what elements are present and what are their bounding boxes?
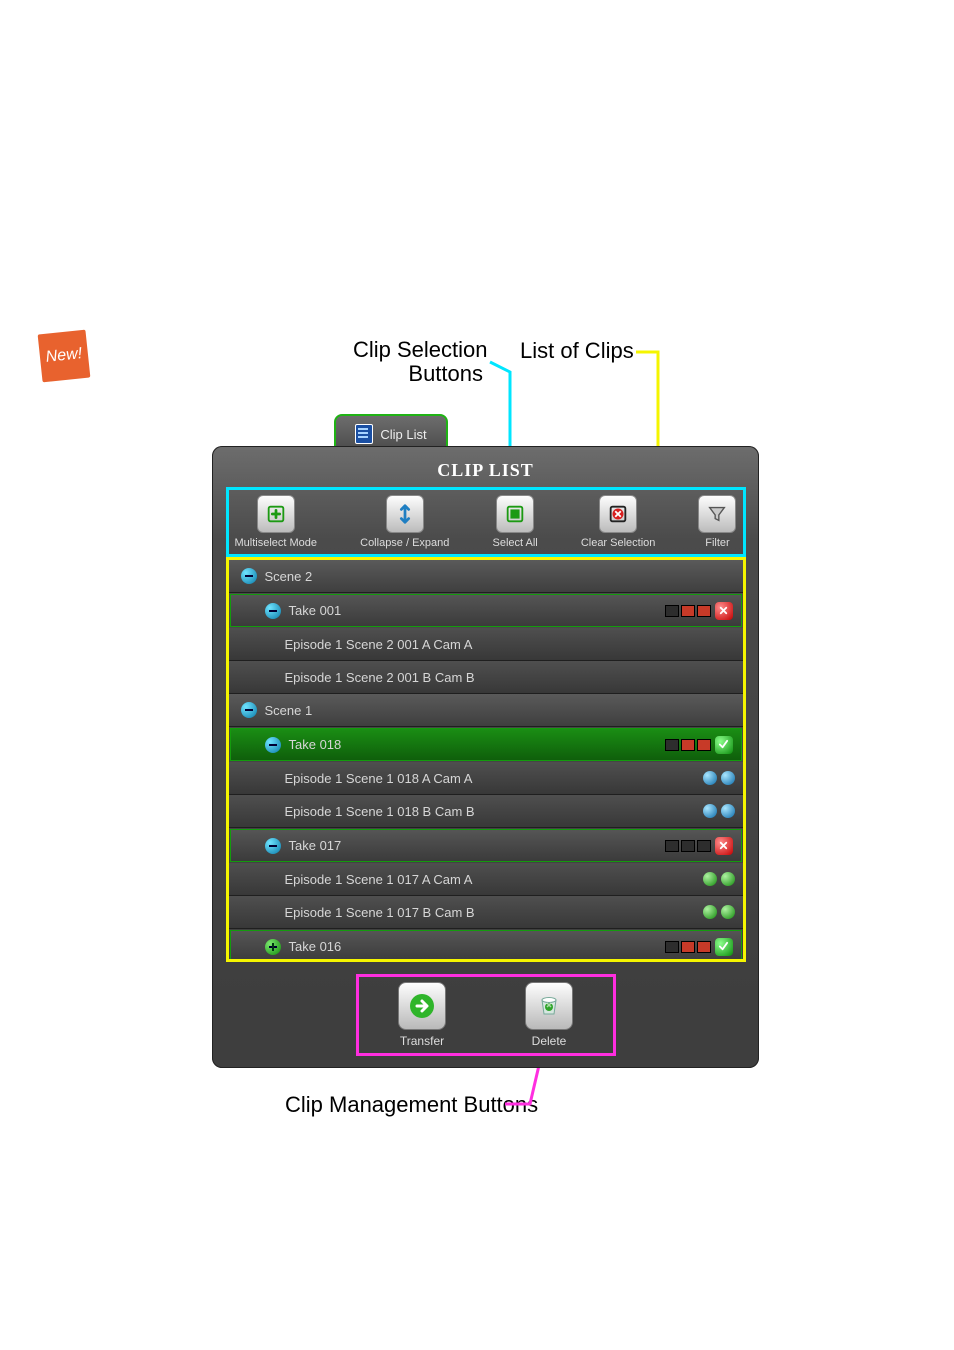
clip-row[interactable]: Episode 1 Scene 1 018 B Cam B	[229, 795, 743, 828]
row-label: Episode 1 Scene 1 018 B Cam B	[285, 804, 703, 819]
select-all-icon	[496, 495, 534, 533]
reject-badge	[715, 837, 733, 855]
scene-row[interactable]: Scene 2	[229, 560, 743, 593]
status-dot	[721, 771, 735, 785]
annotation-clip-selection: Clip Selection Buttons	[353, 338, 483, 386]
multiselect-icon	[257, 495, 295, 533]
clip-list-panel: CLIP LIST Multiselect Mode Collapse / Ex…	[212, 446, 759, 1068]
collapse-toggle[interactable]	[265, 838, 281, 854]
check-badge	[715, 736, 733, 754]
delete-icon	[525, 982, 573, 1030]
clip-status	[703, 872, 735, 886]
row-label: Episode 1 Scene 2 001 A Cam A	[285, 637, 743, 652]
clip-status	[703, 905, 735, 919]
annotation-list-of-clips: List of Clips	[520, 338, 634, 364]
transfer-icon	[398, 982, 446, 1030]
button-label: Transfer	[400, 1034, 444, 1048]
clip-status	[703, 804, 735, 818]
take-row[interactable]: Take 017	[230, 829, 742, 862]
clip-row[interactable]: Episode 1 Scene 2 001 A Cam A	[229, 628, 743, 661]
button-label: Multiselect Mode	[235, 537, 318, 549]
clip-row[interactable]: Episode 1 Scene 1 017 B Cam B	[229, 896, 743, 929]
take-row[interactable]: Take 018	[230, 728, 742, 761]
list-icon	[355, 424, 373, 444]
take-status	[665, 602, 733, 620]
button-label: Filter	[705, 537, 729, 549]
button-label: Clear Selection	[581, 537, 656, 549]
take-status	[665, 837, 733, 855]
panel-title: CLIP LIST	[212, 460, 759, 481]
clip-row[interactable]: Episode 1 Scene 1 018 A Cam A	[229, 762, 743, 795]
status-dot	[703, 804, 717, 818]
expand-toggle[interactable]	[265, 939, 281, 955]
new-badge: New!	[38, 330, 91, 383]
check-badge	[715, 938, 733, 956]
collapse-expand-icon	[386, 495, 424, 533]
row-label: Take 018	[289, 737, 665, 752]
row-label: Episode 1 Scene 2 001 B Cam B	[285, 670, 743, 685]
row-label: Take 001	[289, 603, 665, 618]
take-status	[665, 736, 733, 754]
filter-icon	[698, 495, 736, 533]
row-label: Scene 1	[265, 703, 743, 718]
multiselect-button[interactable]: Multiselect Mode	[235, 495, 318, 549]
clear-selection-button[interactable]: Clear Selection	[581, 495, 656, 549]
take-row[interactable]: Take 001	[230, 594, 742, 627]
button-label: Select All	[492, 537, 537, 549]
row-label: Scene 2	[265, 569, 743, 584]
collapse-toggle[interactable]	[265, 737, 281, 753]
status-dot	[703, 771, 717, 785]
row-label: Episode 1 Scene 1 018 A Cam A	[285, 771, 703, 786]
status-dot	[703, 905, 717, 919]
clear-selection-icon	[599, 495, 637, 533]
scene-row[interactable]: Scene 1	[229, 694, 743, 727]
clip-row[interactable]: Episode 1 Scene 1 017 A Cam A	[229, 863, 743, 896]
clip-status	[703, 771, 735, 785]
status-dot	[703, 872, 717, 886]
select-all-button[interactable]: Select All	[492, 495, 537, 549]
button-label: Collapse / Expand	[360, 537, 449, 549]
clip-list: Scene 2 Take 001 Episode 1 Scene 2 001 A C…	[226, 557, 746, 962]
row-label: Episode 1 Scene 1 017 A Cam A	[285, 872, 703, 887]
collapse-toggle[interactable]	[265, 603, 281, 619]
row-label: Take 017	[289, 838, 665, 853]
status-dot	[721, 905, 735, 919]
button-label: Delete	[532, 1034, 567, 1048]
collapse-toggle[interactable]	[241, 568, 257, 584]
reject-badge	[715, 602, 733, 620]
clip-selection-buttons: Multiselect Mode Collapse / Expand Selec…	[226, 487, 746, 557]
filter-button[interactable]: Filter	[698, 495, 736, 549]
row-label: Take 016	[289, 939, 665, 954]
clip-row[interactable]: Episode 1 Scene 2 001 B Cam B	[229, 661, 743, 694]
delete-button[interactable]: Delete	[525, 982, 573, 1048]
transfer-button[interactable]: Transfer	[398, 982, 446, 1048]
tab-label: Clip List	[380, 427, 426, 442]
collapse-toggle[interactable]	[241, 702, 257, 718]
status-dot	[721, 872, 735, 886]
take-status	[665, 938, 733, 956]
annotation-clip-management: Clip Management Buttons	[285, 1092, 538, 1118]
row-label: Episode 1 Scene 1 017 B Cam B	[285, 905, 703, 920]
status-dot	[721, 804, 735, 818]
collapse-expand-button[interactable]: Collapse / Expand	[360, 495, 449, 549]
take-row[interactable]: Take 016	[230, 930, 742, 962]
clip-management-buttons: Transfer Delete	[356, 974, 616, 1056]
